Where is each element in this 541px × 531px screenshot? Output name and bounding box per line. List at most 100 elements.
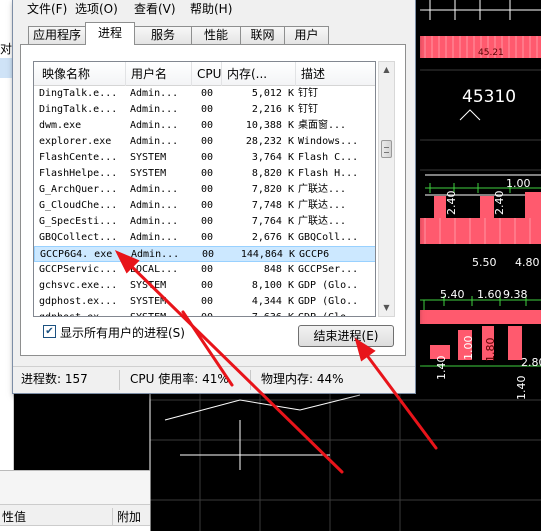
process-list-scrollbar[interactable]: ▲ ▼ (378, 61, 395, 317)
checkbox-checked-icon[interactable]: ✔ (43, 325, 56, 338)
process-description: Flash C... (298, 152, 358, 163)
process-memory: 8,820 K (251, 168, 294, 179)
process-image-name: explorer.exe (39, 136, 112, 147)
column-image-name[interactable]: 映像名称 (34, 62, 126, 86)
process-description: Windows... (298, 136, 358, 147)
process-row[interactable]: G_ArchQuer... Admin... 00 7,820 K 广联达... (34, 182, 375, 198)
svg-text:4.80: 4.80 (515, 256, 540, 269)
process-image-name: GCCPServic... (39, 264, 118, 275)
panel-fragment-text: 对 (0, 42, 13, 56)
process-image-name: gdphost.ex... (39, 296, 118, 307)
process-row[interactable]: FlashCente... SYSTEM 00 3,764 K Flash C... (34, 150, 375, 166)
process-image-name: G_ArchQuer... (39, 184, 118, 195)
status-bar: 进程数: 157 CPU 使用率: 41% 物理内存: 44% (13, 366, 415, 392)
process-row-selected[interactable]: GCCP6G4. exe Admin... 00 144,864 K GCCP6 (34, 246, 375, 262)
column-description[interactable]: 描述 (296, 62, 375, 86)
tab-services[interactable]: 服务 (134, 26, 192, 44)
process-list-header: 映像名称 用户名 CPU 内存(... 描述 (34, 62, 375, 86)
process-description: 广联达... (298, 184, 347, 195)
process-user-name: LOCAL... (130, 264, 179, 275)
process-image-name: GBQCollect... (39, 232, 118, 243)
tab-users[interactable]: 用户 (284, 26, 329, 44)
process-cpu: 00 (200, 184, 214, 195)
process-cpu: 00 (200, 152, 214, 163)
process-row[interactable]: gdphost.ex... SYSTEM 00 4,344 K GDP (Glo... (34, 294, 375, 310)
menu-bar: 文件(F) 选项(O) 查看(V) 帮助(H) (13, 0, 415, 16)
process-list[interactable]: 映像名称 用户名 CPU 内存(... 描述 DingTalk.e... Admi… (33, 61, 376, 317)
svg-text:1.60: 1.60 (477, 288, 502, 301)
scroll-down-icon[interactable]: ▼ (379, 300, 394, 316)
process-cpu: 00 (200, 296, 214, 307)
process-user-name: SYSTEM (130, 280, 167, 291)
process-cpu: 00 (200, 200, 214, 211)
process-cpu: 00 (200, 136, 214, 147)
process-description: 钉钉 (298, 104, 318, 115)
menu-file[interactable]: 文件(F) (27, 0, 67, 17)
process-cpu: 00 (200, 232, 214, 243)
process-image-name: DingTalk.e... (39, 88, 118, 99)
svg-text:45.21: 45.21 (478, 48, 504, 58)
process-user-name: SYSTEM (130, 311, 192, 316)
process-description: GBQColl... (298, 232, 358, 243)
process-user-name: Admin... (130, 136, 179, 147)
process-user-name: SYSTEM (130, 296, 167, 307)
tab-networking[interactable]: 联网 (240, 26, 285, 44)
process-cpu: 00 (200, 264, 214, 275)
process-row[interactable]: dwm.exe Admin... 00 10,388 K 桌面窗... (34, 118, 375, 134)
process-memory: 7,636 K (224, 311, 294, 316)
tab-applications[interactable]: 应用程序 (28, 26, 86, 44)
process-row[interactable]: FlashHelpe... SYSTEM 00 8,820 K Flash H... (34, 166, 375, 182)
process-cpu: 00 (200, 216, 214, 227)
process-user-name: SYSTEM (130, 152, 167, 163)
process-row[interactable]: DingTalk.e... Admin... 00 2,216 K 钉钉 (34, 102, 375, 118)
column-memory[interactable]: 内存(... (222, 62, 296, 86)
process-row[interactable]: GBQCollect... Admin... 00 2,676 K GBQColl... (34, 230, 375, 246)
scroll-thumb[interactable] (381, 140, 392, 158)
properties-panel: 性值 附加 (0, 470, 150, 531)
process-row[interactable]: GCCPServic... LOCAL... 00 848 K GCCPSer... (34, 262, 375, 278)
process-image-name: G_CloudChe... (39, 200, 118, 211)
process-image-name: gchsvc.exe... (39, 280, 118, 291)
property-value-column[interactable]: 性值 (2, 508, 26, 525)
process-row[interactable]: gdphost.ex... SYSTEM 00 7,636 K GDP (Glo... (34, 310, 375, 316)
process-description: 钉钉 (298, 88, 318, 99)
svg-text:1.00: 1.00 (462, 336, 475, 361)
process-memory: 8,100 K (251, 280, 294, 291)
process-cpu: 00 (200, 280, 214, 291)
property-additional-column[interactable]: 附加 (112, 508, 141, 525)
column-user-name[interactable]: 用户名 (126, 62, 192, 86)
process-user-name: Admin... (130, 216, 179, 227)
status-physical-memory: 物理内存: 44% (250, 370, 344, 390)
process-row[interactable]: gchsvc.exe... SYSTEM 00 8,100 K GDP (Glo... (34, 278, 375, 294)
task-manager-window: 文件(F) 选项(O) 查看(V) 帮助(H) 应用程序 进程 服务 性能 联网… (12, 0, 416, 394)
status-cpu-usage: CPU 使用率: 41% (119, 370, 229, 390)
process-image-name: DingTalk.e... (39, 104, 118, 115)
process-memory: 7,764 K (251, 216, 294, 227)
process-image-name: dwm.exe (39, 120, 82, 131)
svg-text:2.40: 2.40 (445, 191, 458, 216)
process-description: GDP (Glo... (298, 296, 358, 307)
menu-options[interactable]: 选项(O) (75, 0, 118, 17)
svg-text:1.40: 1.40 (515, 376, 528, 401)
svg-text:9.38: 9.38 (503, 288, 528, 301)
properties-header: 性值 附加 (0, 504, 150, 526)
properties-row (0, 526, 150, 531)
end-process-button[interactable]: 结束进程(E) (298, 325, 394, 347)
process-image-name: FlashCente... (39, 152, 118, 163)
process-cpu: 00 (200, 168, 214, 179)
process-row[interactable]: G_CloudChe... Admin... 00 7,748 K 广联达... (34, 198, 375, 214)
column-cpu[interactable]: CPU (192, 62, 222, 86)
process-description: 桌面窗... (298, 120, 347, 131)
svg-text:1.80: 1.80 (484, 338, 497, 363)
menu-help[interactable]: 帮助(H) (190, 0, 232, 17)
menu-view[interactable]: 查看(V) (134, 0, 176, 17)
process-row[interactable]: DingTalk.e... Admin... 00 5,012 K 钉钉 (34, 86, 375, 102)
scroll-up-icon[interactable]: ▲ (379, 62, 394, 78)
process-description: GDP (Glo... (298, 280, 358, 291)
process-memory: 2,216 K (251, 104, 294, 115)
process-user-name: Admin... (130, 232, 179, 243)
process-row[interactable]: explorer.exe Admin... 00 28,232 K Windows... (34, 134, 375, 150)
tab-performance[interactable]: 性能 (191, 26, 241, 44)
process-row[interactable]: G_SpecEsti... Admin... 00 7,764 K 广联达... (34, 214, 375, 230)
tab-processes[interactable]: 进程 (85, 22, 135, 45)
